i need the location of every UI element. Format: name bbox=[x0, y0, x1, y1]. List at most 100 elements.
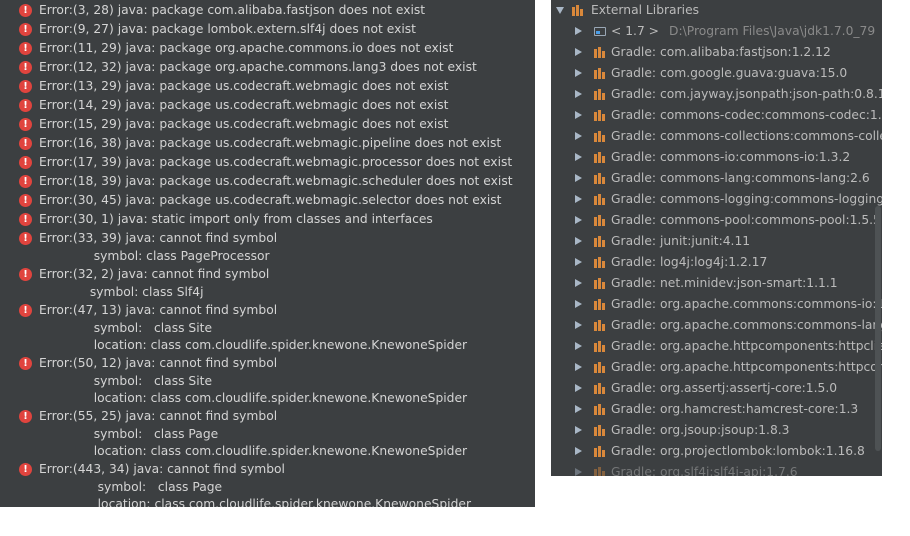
tree-node-library[interactable]: Gradle: commons-logging:commons-logging: bbox=[551, 189, 882, 210]
chevron-down-icon[interactable] bbox=[556, 7, 564, 14]
error-message[interactable]: ! Error:(30, 1) java: static import only … bbox=[0, 210, 535, 229]
chevron-right-icon[interactable] bbox=[575, 258, 582, 266]
error-detail: symbol: class Page bbox=[39, 427, 219, 441]
tree-node-library[interactable]: Gradle: commons-codec:commons-codec:1.6 bbox=[551, 105, 882, 126]
chevron-right-icon[interactable] bbox=[575, 342, 582, 350]
error-message[interactable]: ! Error:(16, 38) java: package us.codecra… bbox=[0, 134, 535, 153]
error-icon: ! bbox=[19, 42, 32, 55]
chevron-right-icon[interactable] bbox=[575, 363, 582, 371]
chevron-right-icon[interactable] bbox=[575, 426, 582, 434]
tree-node-external-libraries[interactable]: External Libraries bbox=[551, 0, 882, 21]
library-label: Gradle: org.apache.httpcomponents:httpcl… bbox=[611, 339, 882, 353]
chevron-right-icon[interactable] bbox=[575, 27, 582, 35]
tree-node-library[interactable]: Gradle: com.alibaba:fastjson:1.2.12 bbox=[551, 42, 882, 63]
tree-node-library[interactable]: Gradle: net.minidev:json-smart:1.1.1 bbox=[551, 273, 882, 294]
tree-node-library[interactable]: Gradle: commons-collections:commons-coll… bbox=[551, 126, 882, 147]
error-detail: symbol: class Site bbox=[39, 374, 213, 388]
tree-scrollbar[interactable] bbox=[875, 206, 881, 451]
tree-node-jdk[interactable]: < 1.7 > D:\Program Files\Java\jdk1.7.0_79 bbox=[551, 21, 882, 42]
error-message[interactable]: ! Error:(14, 29) java: package us.codecra… bbox=[0, 96, 535, 115]
tree-node-library[interactable]: Gradle: commons-io:commons-io:1.3.2 bbox=[551, 147, 882, 168]
chevron-right-icon[interactable] bbox=[575, 90, 582, 98]
chevron-right-icon[interactable] bbox=[575, 216, 582, 224]
error-message[interactable]: ! Error:(11, 29) java: package org.apache… bbox=[0, 39, 535, 58]
error-message[interactable]: ! Error:(12, 32) java: package org.apache… bbox=[0, 58, 535, 77]
error-text: Error:(14, 29) java: package us.codecraf… bbox=[39, 98, 449, 112]
tree-node-library[interactable]: Gradle: log4j:log4j:1.2.17 bbox=[551, 252, 882, 273]
error-detail: symbol: class PageProcessor bbox=[39, 249, 270, 263]
error-icon: ! bbox=[19, 194, 32, 207]
library-icon bbox=[594, 194, 606, 205]
tree-node-library[interactable]: Gradle: org.slf4j:slf4j-api:1.7.6 bbox=[551, 462, 882, 476]
error-detail: symbol: class Site bbox=[39, 321, 213, 335]
tree-node-library[interactable]: Gradle: org.projectlombok:lombok:1.16.8 bbox=[551, 441, 882, 462]
tree-node-library[interactable]: Gradle: org.hamcrest:hamcrest-core:1.3 bbox=[551, 399, 882, 420]
error-message[interactable]: ! Error:(30, 45) java: package us.codecra… bbox=[0, 191, 535, 210]
library-icon bbox=[594, 404, 606, 415]
error-message[interactable]: ! Error:(33, 39) java: cannot find symbol… bbox=[0, 229, 535, 265]
chevron-right-icon[interactable] bbox=[575, 447, 582, 455]
chevron-right-icon[interactable] bbox=[575, 384, 582, 392]
tree-node-library[interactable]: Gradle: com.google.guava:guava:15.0 bbox=[551, 63, 882, 84]
tree-node-library[interactable]: Gradle: commons-lang:commons-lang:2.6 bbox=[551, 168, 882, 189]
chevron-right-icon[interactable] bbox=[575, 69, 582, 77]
error-message[interactable]: ! Error:(32, 2) java: cannot find symbol … bbox=[0, 265, 535, 301]
error-message[interactable]: ! Error:(3, 28) java: package com.alibaba… bbox=[0, 1, 535, 20]
chevron-right-icon[interactable] bbox=[575, 48, 582, 56]
tree-node-library[interactable]: Gradle: org.apache.httpcomponents:httpcl… bbox=[551, 336, 882, 357]
tree-node-library[interactable]: Gradle: org.assertj:assertj-core:1.5.0 bbox=[551, 378, 882, 399]
chevron-right-icon[interactable] bbox=[575, 132, 582, 140]
tree-node-library[interactable]: Gradle: junit:junit:4.11 bbox=[551, 231, 882, 252]
error-icon: ! bbox=[19, 137, 32, 150]
error-message[interactable]: ! Error:(443, 34) java: cannot find symbo… bbox=[0, 460, 535, 507]
tree-node-library[interactable]: Gradle: org.apache.commons:commons-lang3 bbox=[551, 315, 882, 336]
library-label: Gradle: net.minidev:json-smart:1.1.1 bbox=[611, 276, 838, 290]
library-icon bbox=[594, 236, 606, 247]
library-icon bbox=[594, 152, 606, 163]
error-text: Error:(443, 34) java: cannot find symbol bbox=[39, 462, 285, 476]
chevron-right-icon[interactable] bbox=[575, 111, 582, 119]
library-label: Gradle: org.jsoup:jsoup:1.8.3 bbox=[611, 423, 790, 437]
error-text: Error:(16, 38) java: package us.codecraf… bbox=[39, 136, 502, 150]
library-label: Gradle: org.hamcrest:hamcrest-core:1.3 bbox=[611, 402, 859, 416]
tree-node-library[interactable]: Gradle: com.jayway.jsonpath:json-path:0.… bbox=[551, 84, 882, 105]
error-message[interactable]: ! Error:(50, 12) java: cannot find symbol… bbox=[0, 354, 535, 407]
tree-node-library[interactable]: Gradle: org.jsoup:jsoup:1.8.3 bbox=[551, 420, 882, 441]
error-text: Error:(33, 39) java: cannot find symbol bbox=[39, 231, 278, 245]
chevron-right-icon[interactable] bbox=[575, 195, 582, 203]
tree-node-library[interactable]: Gradle: org.apache.commons:commons-io:1.… bbox=[551, 294, 882, 315]
library-icon bbox=[594, 89, 606, 100]
chevron-right-icon[interactable] bbox=[575, 405, 582, 413]
library-icon bbox=[594, 362, 606, 373]
tree-node-library[interactable]: Gradle: commons-pool:commons-pool:1.5.5 bbox=[551, 210, 882, 231]
tree-node-library[interactable]: Gradle: org.apache.httpcomponents:httpco… bbox=[551, 357, 882, 378]
chevron-right-icon[interactable] bbox=[575, 237, 582, 245]
chevron-right-icon[interactable] bbox=[575, 321, 582, 329]
error-text: Error:(30, 1) java: static import only f… bbox=[39, 212, 433, 226]
error-message[interactable]: ! Error:(13, 29) java: package us.codecra… bbox=[0, 77, 535, 96]
library-icon bbox=[594, 257, 606, 268]
error-detail: location: class com.cloudlife.spider.kne… bbox=[39, 338, 468, 352]
error-detail: location: class com.cloudlife.spider.kne… bbox=[39, 391, 468, 405]
error-message[interactable]: ! Error:(55, 25) java: cannot find symbol… bbox=[0, 407, 535, 460]
error-text: Error:(11, 29) java: package org.apache.… bbox=[39, 41, 454, 55]
chevron-right-icon[interactable] bbox=[575, 300, 582, 308]
error-message[interactable]: ! Error:(47, 13) java: cannot find symbol… bbox=[0, 301, 535, 354]
chevron-right-icon[interactable] bbox=[575, 468, 582, 476]
error-message[interactable]: ! Error:(15, 29) java: package us.codecra… bbox=[0, 115, 535, 134]
library-icon bbox=[594, 173, 606, 184]
library-icon bbox=[594, 425, 606, 436]
chevron-right-icon[interactable] bbox=[575, 279, 582, 287]
error-text: Error:(50, 12) java: cannot find symbol bbox=[39, 356, 278, 370]
jdk-icon bbox=[594, 27, 606, 36]
error-text: Error:(55, 25) java: cannot find symbol bbox=[39, 409, 278, 423]
library-label: Gradle: commons-codec:commons-codec:1.6 bbox=[611, 108, 882, 122]
error-message[interactable]: ! Error:(18, 39) java: package us.codecra… bbox=[0, 172, 535, 191]
chevron-right-icon[interactable] bbox=[575, 174, 582, 182]
error-message[interactable]: ! Error:(9, 27) java: package lombok.exte… bbox=[0, 20, 535, 39]
library-label: Gradle: junit:junit:4.11 bbox=[611, 234, 751, 248]
chevron-right-icon[interactable] bbox=[575, 153, 582, 161]
library-label: Gradle: org.slf4j:slf4j-api:1.7.6 bbox=[611, 465, 798, 476]
library-icon bbox=[594, 215, 606, 226]
error-message[interactable]: ! Error:(17, 39) java: package us.codecra… bbox=[0, 153, 535, 172]
